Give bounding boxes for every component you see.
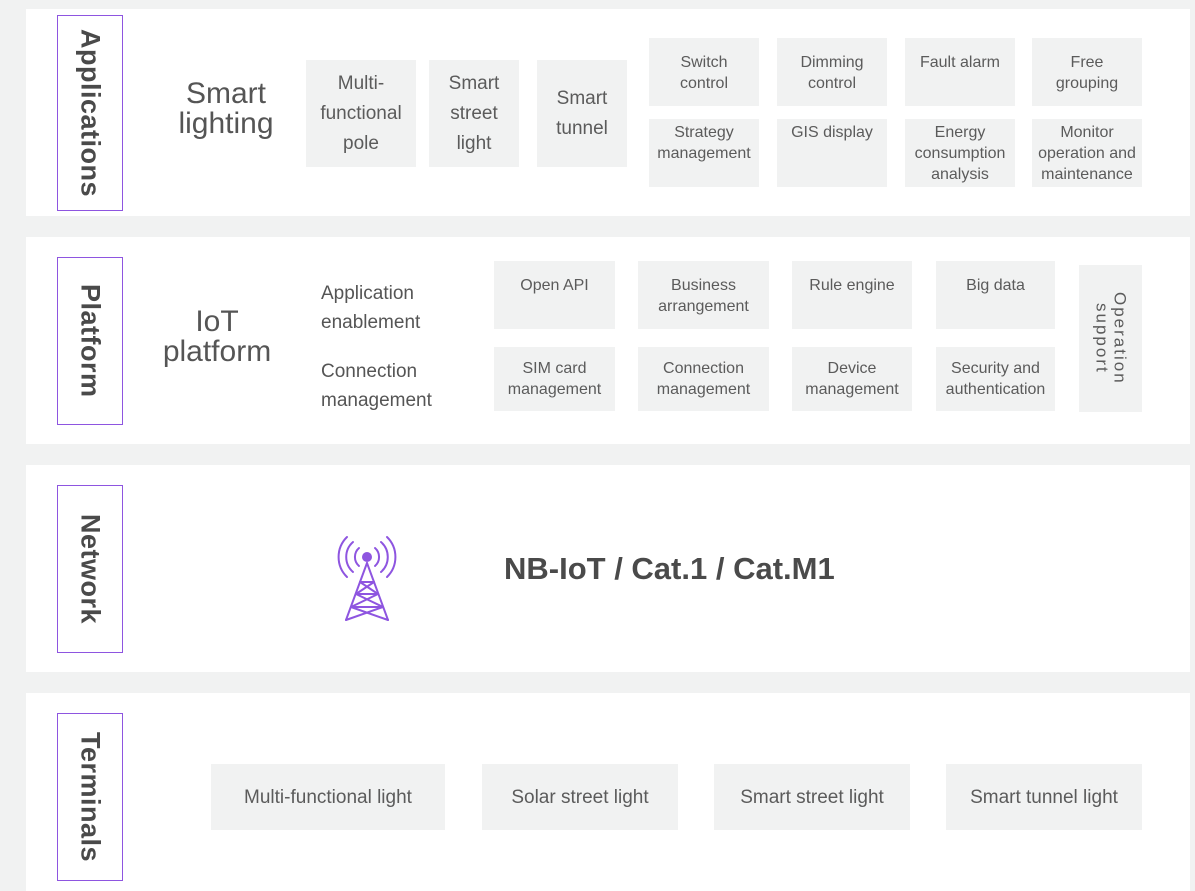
operation-support-label: Operation support bbox=[1092, 292, 1130, 385]
layer-tag-label: Network bbox=[75, 513, 106, 625]
enablement-rule-engine: Rule engine bbox=[792, 261, 912, 329]
function-strategy-management: Strategy management bbox=[649, 119, 759, 187]
function-energy-consumption-analysis: Energy consumption analysis bbox=[905, 119, 1015, 187]
operation-support-box: Operation support bbox=[1079, 265, 1142, 412]
enablement-open-api: Open API bbox=[494, 261, 615, 329]
layer-tag-label: Applications bbox=[75, 28, 106, 197]
function-switch-control: Switch control bbox=[649, 38, 759, 106]
connection-security-authentication: Security and authentication bbox=[936, 347, 1055, 411]
layer-tag-network: Network bbox=[57, 485, 123, 653]
layer-tag-label: Platform bbox=[75, 284, 106, 398]
enablement-big-data: Big data bbox=[936, 261, 1055, 329]
row-label-connection-management: Connection management bbox=[321, 361, 432, 411]
function-dimming-control: Dimming control bbox=[777, 38, 887, 106]
layer-tag-platform: Platform bbox=[57, 257, 123, 425]
terminal-multi-functional-light: Multi-functional light bbox=[211, 764, 445, 830]
layer-tag-label: Terminals bbox=[75, 731, 106, 863]
function-monitor-operation: Monitor operation and maintenance bbox=[1032, 119, 1142, 187]
cell-tower-icon bbox=[337, 536, 397, 621]
network-layer: Network NB-IoT / Cat.1 / Cat.M1 bbox=[26, 465, 1190, 672]
module-smart-tunnel: Smart tunnel bbox=[537, 60, 627, 167]
function-fault-alarm: Fault alarm bbox=[905, 38, 1015, 106]
terminal-smart-street-light: Smart street light bbox=[714, 764, 910, 830]
applications-layer: Applications Smart lighting Multi- funct… bbox=[26, 9, 1190, 216]
connection-device-management: Device management bbox=[792, 347, 912, 411]
platform-layer: Platform IoT platform Application enable… bbox=[26, 237, 1190, 444]
network-technologies-label: NB-IoT / Cat.1 / Cat.M1 bbox=[504, 551, 835, 586]
layer-tag-terminals: Terminals bbox=[57, 713, 123, 881]
module-smart-street-light: Smart street light bbox=[429, 60, 519, 167]
module-multifunctional-pole: Multi- functional pole bbox=[306, 60, 416, 167]
connection-connection-management: Connection management bbox=[638, 347, 769, 411]
layer-tag-applications: Applications bbox=[57, 15, 123, 211]
terminal-solar-street-light: Solar street light bbox=[482, 764, 678, 830]
row-label-application-enablement: Application enablement bbox=[321, 283, 421, 333]
terminals-layer: Terminals Multi-functional light Solar s… bbox=[26, 693, 1190, 891]
platform-heading: IoT platform bbox=[162, 305, 272, 368]
terminal-smart-tunnel-light: Smart tunnel light bbox=[946, 764, 1142, 830]
function-gis-display: GIS display bbox=[777, 119, 887, 187]
function-free-grouping: Free grouping bbox=[1032, 38, 1142, 106]
enablement-business-arrangement: Business arrangement bbox=[638, 261, 769, 329]
applications-heading: Smart lighting bbox=[178, 77, 274, 140]
connection-sim-card-management: SIM card management bbox=[494, 347, 615, 411]
